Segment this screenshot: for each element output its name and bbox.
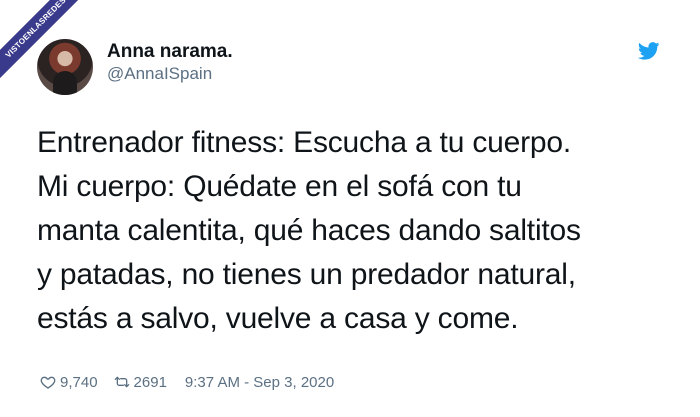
heart-icon[interactable] xyxy=(40,374,56,390)
avatar[interactable] xyxy=(37,39,93,95)
like-count: 9,740 xyxy=(60,373,98,391)
avatar-figure xyxy=(53,71,77,95)
tweet-timestamp[interactable]: 9:37 AM - Sep 3, 2020 xyxy=(185,374,334,391)
retweet-count: 2691 xyxy=(133,373,167,391)
author-handle[interactable]: @AnnaISpain xyxy=(107,64,212,84)
tweet-meta: 9,740 2691 9:37 AM - Sep 3, 2020 xyxy=(40,371,334,393)
retweet-icon[interactable] xyxy=(114,374,130,390)
tweet-text: Entrenador fitness: Escucha a tu cuerpo.… xyxy=(37,126,581,335)
author-name[interactable]: Anna narama. xyxy=(107,41,233,63)
tweet-card: VISTOENLASREDES Anna narama. @AnnaISpain… xyxy=(0,0,700,417)
twitter-bird-icon[interactable] xyxy=(638,42,660,60)
